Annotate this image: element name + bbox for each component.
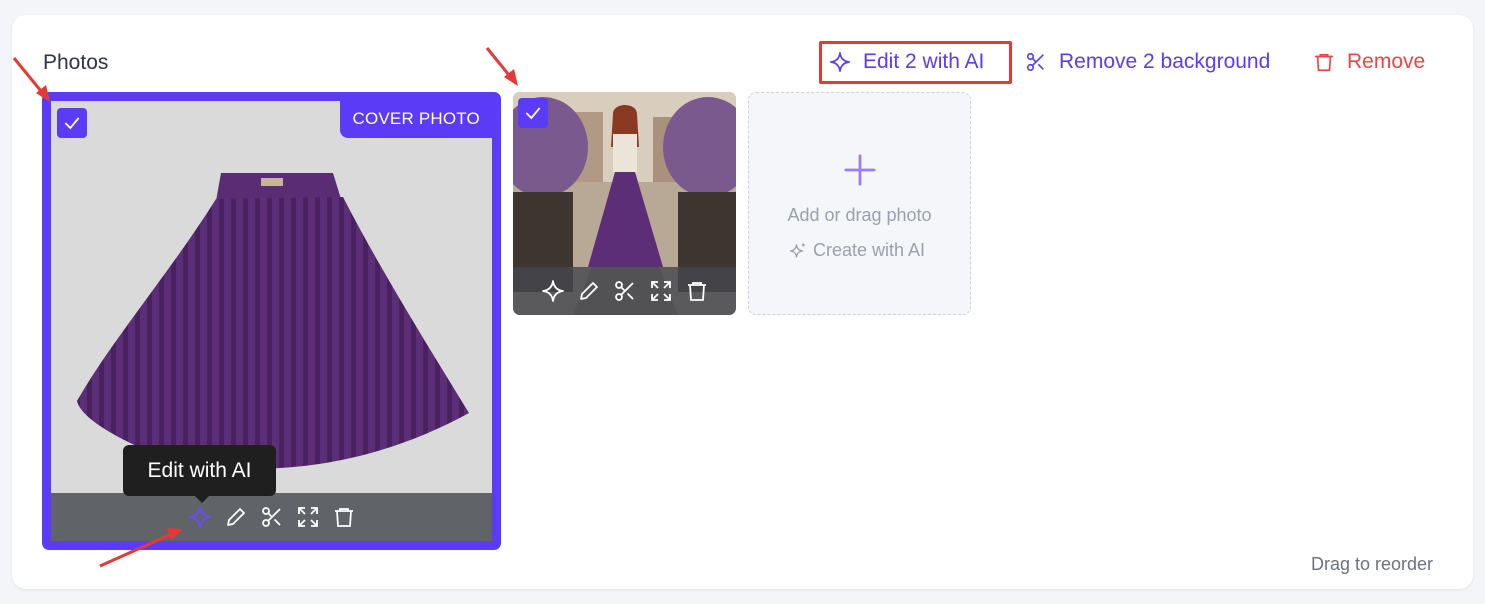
photo-action-bar [51, 493, 492, 541]
add-photo-label: Add or drag photo [787, 205, 932, 225]
drag-to-reorder-hint: Drag to reorder [1311, 554, 1434, 574]
scissors-icon[interactable] [260, 505, 284, 529]
edit-with-ai-tooltip: Edit with AI [123, 445, 276, 503]
sparkle-icon[interactable] [541, 279, 565, 303]
create-with-ai-link[interactable]: Create with AI [789, 240, 925, 261]
pencil-icon[interactable] [577, 279, 601, 303]
expand-icon[interactable] [649, 279, 673, 303]
trash-icon [1314, 53, 1334, 72]
pencil-icon[interactable] [224, 505, 248, 529]
trash-icon[interactable] [332, 505, 356, 529]
checkmark-icon [525, 107, 541, 120]
sparkle-icon[interactable] [188, 505, 212, 529]
section-title: Photos [43, 51, 109, 74]
edit-with-ai-label: Edit 2 with AI [863, 50, 985, 73]
cover-photo-badge: COVER PHOTO [340, 101, 492, 138]
scissors-icon [1026, 52, 1044, 72]
sparkles-icon [789, 243, 805, 258]
remove-background-label: Remove 2 background [1059, 50, 1271, 73]
edit-with-ai-button[interactable]: Edit 2 with AI [829, 50, 984, 74]
plus-icon [844, 154, 876, 186]
expand-icon[interactable] [296, 505, 320, 529]
remove-button[interactable]: Remove [1313, 50, 1425, 74]
add-photo-tile[interactable]: Add or drag photo Create with AI [748, 92, 971, 315]
scissors-icon[interactable] [613, 279, 637, 303]
remove-label: Remove [1347, 50, 1426, 73]
trash-icon[interactable] [685, 279, 709, 303]
create-with-ai-label: Create with AI [813, 240, 926, 260]
remove-background-button[interactable]: Remove 2 background [1025, 50, 1270, 74]
checkmark-icon [64, 117, 80, 130]
photo-tile-2[interactable] [513, 92, 736, 315]
sparkle-icon [830, 52, 850, 72]
checkbox-selected[interactable] [57, 108, 87, 138]
photo-action-bar [513, 267, 736, 315]
checkbox-selected[interactable] [518, 98, 548, 128]
